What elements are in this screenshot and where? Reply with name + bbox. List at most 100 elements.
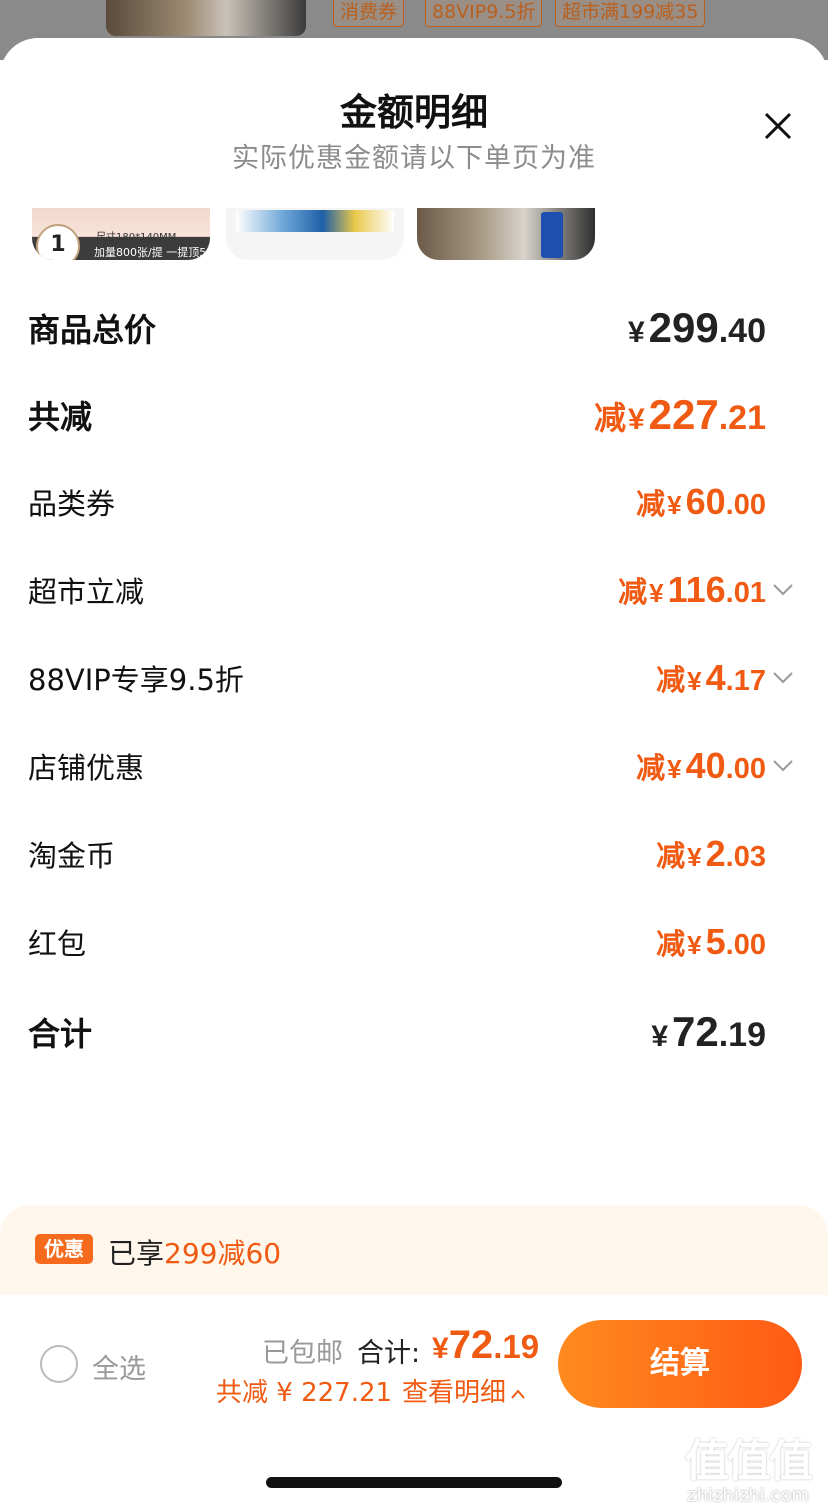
quantity-badge: 1: [36, 224, 80, 260]
yen-symbol: ¥: [432, 1332, 449, 1365]
yen-symbol: ¥: [627, 403, 645, 436]
row-total-price: 商品总价 ¥299.40: [0, 298, 828, 358]
yen-symbol: ¥: [687, 930, 702, 960]
promo-text: 已享299减60: [108, 1232, 281, 1272]
chevron-down-icon[interactable]: [772, 759, 794, 773]
product-image: [541, 212, 563, 258]
amount-decimal: .40: [718, 312, 766, 350]
sheet-title: 金额明细: [340, 91, 488, 134]
amount-integer: 299: [648, 304, 719, 351]
row-label: 品类券: [28, 487, 116, 521]
savings-amount: 共减 ¥ 227.21: [216, 1378, 393, 1408]
row-total-discount: 共减 减¥227.21: [0, 385, 828, 445]
watermark-url: zhizhizhi.com: [687, 1485, 809, 1506]
thumbnail-text: 尺寸180*140MM: [96, 232, 177, 243]
amount-integer: 40: [685, 745, 726, 786]
sheet-subtitle: 实际优惠金额请以下单页为准: [232, 143, 596, 174]
chevron-down-icon[interactable]: [772, 671, 794, 685]
row-store-discount[interactable]: 店铺优惠 减¥ 40.00: [0, 736, 828, 796]
discount-prefix: 减: [618, 577, 648, 609]
row-label: 淘金币: [28, 839, 116, 873]
savings-summary[interactable]: 共减 ¥ 227.21 查看明细: [216, 1372, 526, 1409]
amount-integer: 4: [705, 657, 726, 698]
row-amount: ¥72.19: [649, 1008, 766, 1056]
yen-symbol: ¥: [687, 666, 702, 696]
amount-integer: 72: [672, 1008, 719, 1055]
row-amount: 减¥227.21: [594, 391, 766, 439]
background-tag: 88VIP9.5折: [425, 0, 543, 27]
amount-decimal: .21: [718, 399, 766, 437]
yen-symbol: ¥: [649, 578, 664, 608]
promo-bar: 优惠 已享299减60: [0, 1205, 828, 1295]
background-tag: 消费券: [333, 0, 405, 27]
shipping-status: 已包邮: [262, 1338, 343, 1369]
discount-prefix: 减: [656, 929, 686, 961]
checkout-button[interactable]: 结算: [558, 1320, 802, 1408]
row-amount: 减¥ 4.17: [656, 657, 766, 699]
row-label: 红包: [28, 927, 87, 961]
background-tag: 超市满199减35: [555, 0, 706, 27]
amount-integer: 72: [448, 1323, 494, 1367]
total-amount: ¥72.19: [432, 1323, 539, 1368]
row-label: 共减: [28, 398, 93, 436]
amount-decimal: .00: [725, 489, 766, 521]
checkout-bar: 全选 已包邮 合计: ¥72.19 共减 ¥ 227.21 查看明细 结算: [0, 1295, 828, 1435]
amount-decimal: .17: [725, 665, 766, 697]
watermark: 值值值 zhizhizhi.com: [676, 1425, 820, 1506]
row-amount: 减¥ 60.00: [636, 481, 766, 523]
select-all-radio[interactable]: [40, 1345, 78, 1383]
total-label: 合计:: [357, 1338, 421, 1369]
yen-symbol: ¥: [687, 842, 702, 872]
product-thumbnail[interactable]: [226, 208, 404, 260]
amount-integer: 5: [705, 921, 726, 962]
background-product-image: [106, 0, 306, 36]
chevron-down-icon[interactable]: [772, 583, 794, 597]
promo-highlight: 299减60: [164, 1237, 282, 1270]
home-indicator: [266, 1477, 562, 1488]
select-all-label[interactable]: 全选: [92, 1347, 146, 1386]
row-category-coupon: 品类券 减¥ 60.00: [0, 472, 828, 532]
discount-prefix: 减: [636, 489, 666, 521]
row-amount: 减¥ 40.00: [636, 745, 766, 787]
amount-decimal: .03: [725, 841, 766, 873]
row-label: 合计: [28, 1015, 93, 1053]
row-subtotal: 合计 ¥72.19: [0, 1002, 828, 1062]
product-thumbnail[interactable]: 1 尺寸180*140MM 加量800张/提 一提顶5: [32, 208, 210, 260]
product-thumbnail[interactable]: [417, 208, 595, 260]
amount-decimal: .19: [493, 1328, 540, 1365]
amount-integer: 227: [648, 391, 719, 438]
yen-symbol: ¥: [627, 316, 645, 349]
promo-text-prefix: 已享: [108, 1237, 165, 1270]
view-details-link[interactable]: 查看明细: [402, 1378, 506, 1408]
discount-prefix: 减: [636, 753, 666, 785]
row-amount: 减¥ 116.01: [618, 569, 766, 611]
row-amount: 减¥ 5.00: [656, 921, 766, 963]
row-label: 店铺优惠: [28, 751, 145, 785]
amount-decimal: .19: [718, 1016, 766, 1054]
yen-symbol: ¥: [667, 754, 682, 784]
promo-badge: 优惠: [35, 1234, 93, 1264]
row-amount: ¥299.40: [626, 304, 766, 352]
amount-decimal: .00: [725, 753, 766, 785]
product-image: [236, 210, 394, 232]
product-thumbnails: 1 尺寸180*140MM 加量800张/提 一提顶5: [32, 208, 732, 260]
thumbnail-text: 加量800张/提 一提顶5: [94, 246, 207, 259]
amount-integer: 2: [705, 833, 726, 874]
close-button[interactable]: [758, 106, 798, 146]
amount-integer: 60: [685, 481, 726, 522]
watermark-logo: 值值值: [685, 1436, 813, 1487]
row-supermarket-discount[interactable]: 超市立减 减¥ 116.01: [0, 560, 828, 620]
row-label: 88VIP专享9.5折: [28, 663, 244, 697]
row-vip-discount[interactable]: 88VIP专享9.5折 减¥ 4.17: [0, 648, 828, 708]
close-icon: [764, 112, 792, 140]
row-red-packet: 红包 减¥ 5.00: [0, 912, 828, 972]
discount-prefix: 减: [593, 400, 626, 436]
yen-symbol: ¥: [667, 490, 682, 520]
row-label: 商品总价: [28, 311, 157, 349]
amount-decimal: .00: [725, 929, 766, 961]
amount-integer: 116: [667, 569, 726, 610]
yen-symbol: ¥: [651, 1020, 669, 1053]
chevron-up-icon[interactable]: [510, 1388, 526, 1400]
discount-prefix: 减: [656, 841, 686, 873]
discount-prefix: 减: [656, 665, 686, 697]
